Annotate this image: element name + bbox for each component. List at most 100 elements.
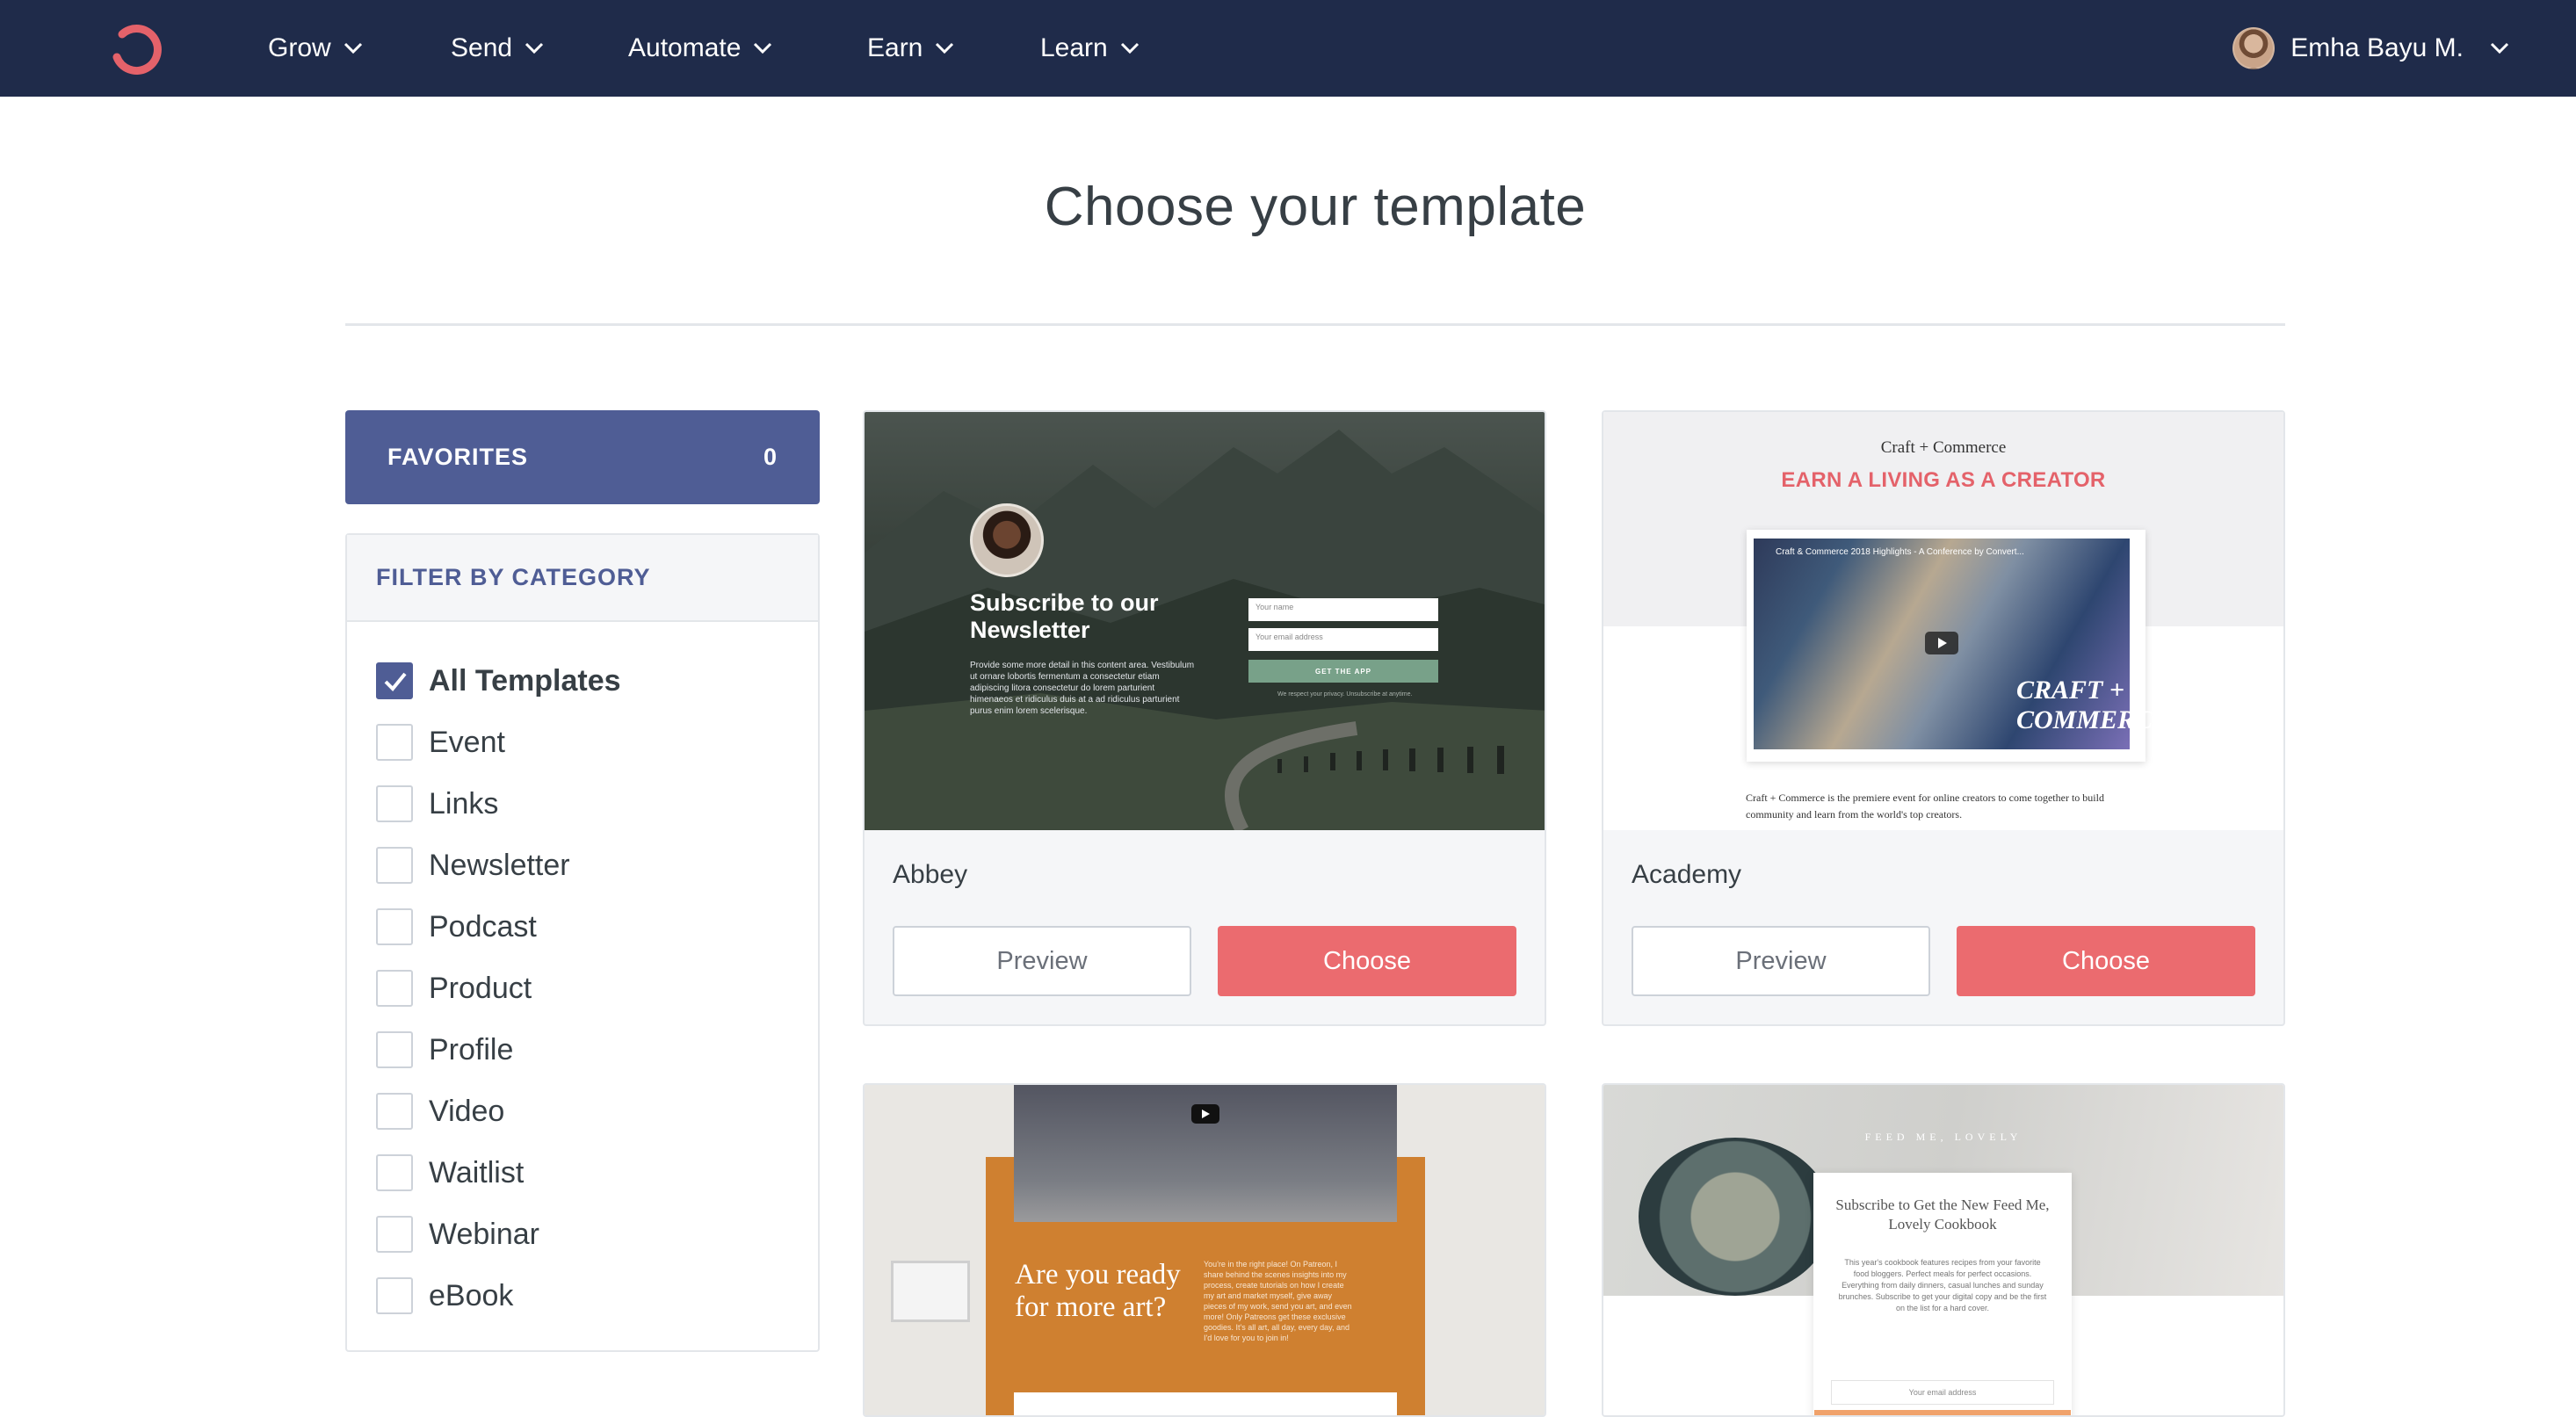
nav-learn-label: Learn	[1040, 33, 1108, 62]
page-title: Choose your template	[1044, 177, 1587, 237]
checkbox[interactable]	[376, 1277, 413, 1314]
favorites-count: 0	[763, 444, 778, 470]
category-video[interactable]: Video	[347, 1081, 818, 1142]
category-product[interactable]: Product	[347, 958, 818, 1019]
category-links[interactable]: Links	[347, 773, 818, 835]
template-thumbnail[interactable]: FEED ME, LOVELY Subscribe to Get the New…	[1603, 1085, 2283, 1415]
thumb-name-field: Your name	[1248, 598, 1438, 621]
category-event[interactable]: Event	[347, 712, 818, 773]
nav-earn[interactable]: Earn	[867, 0, 954, 97]
category-profile[interactable]: Profile	[347, 1019, 818, 1081]
nav-send-label: Send	[451, 33, 513, 62]
thumb-button: GET THE APP	[1248, 660, 1438, 683]
choose-button[interactable]: Choose	[1957, 926, 2255, 996]
template-name: Academy	[1632, 860, 1742, 889]
video-overlay-text: CRAFT + COMMERCE	[2016, 676, 2171, 734]
play-icon	[1925, 632, 1958, 654]
avatar	[2232, 27, 2276, 69]
thumb-email-field: Your email address	[1831, 1380, 2054, 1405]
thumb-email-field: Your email address	[1248, 628, 1438, 651]
category-webinar[interactable]: Webinar	[347, 1204, 818, 1265]
thumb-input	[1014, 1392, 1397, 1415]
convertkit-logo-icon[interactable]	[105, 22, 164, 75]
checkbox[interactable]	[376, 847, 413, 884]
choose-button[interactable]: Choose	[1218, 926, 1516, 996]
category-label: Webinar	[429, 1217, 539, 1251]
category-list: All Templates Event Links Newsletter Pod…	[347, 622, 818, 1327]
category-label: Waitlist	[429, 1155, 525, 1189]
category-label: Podcast	[429, 909, 537, 943]
nav-grow-label: Grow	[268, 33, 331, 62]
template-name: Abbey	[893, 860, 968, 889]
category-podcast[interactable]: Podcast	[347, 896, 818, 958]
category-label: Profile	[429, 1032, 514, 1066]
thumb-body: You're in the right place! On Patreon, I…	[1204, 1260, 1352, 1342]
plate-image	[1639, 1138, 1832, 1296]
category-label: Links	[429, 786, 499, 821]
preview-button[interactable]: Preview	[893, 926, 1191, 996]
category-newsletter[interactable]: Newsletter	[347, 835, 818, 896]
favorites-label: FAVORITES	[387, 444, 529, 470]
category-label: Event	[429, 725, 505, 759]
chevron-down-icon	[754, 42, 772, 54]
nav-learn[interactable]: Learn	[1040, 0, 1140, 97]
nav-automate-label: Automate	[628, 33, 742, 62]
filter-heading: FILTER BY CATEGORY	[347, 535, 818, 622]
thumb-heading: Subscribe to our Newsletter	[970, 589, 1159, 643]
preview-button[interactable]: Preview	[1632, 926, 1930, 996]
checkbox[interactable]	[376, 970, 413, 1007]
checkbox[interactable]	[376, 785, 413, 822]
play-icon	[1191, 1104, 1219, 1124]
avatar	[970, 503, 1044, 577]
thumb-body: This year's cookbook features recipes fr…	[1838, 1258, 2047, 1312]
category-all-templates[interactable]: All Templates	[347, 650, 818, 712]
checkbox[interactable]	[376, 724, 413, 761]
thumb-kicker: FEED ME, LOVELY	[1864, 1131, 2022, 1143]
checkbox[interactable]	[376, 1154, 413, 1191]
category-label: eBook	[429, 1278, 514, 1312]
thumb-body: Provide some more detail in this content…	[970, 661, 1195, 716]
checkbox[interactable]	[376, 1093, 413, 1130]
chevron-down-icon	[2490, 42, 2509, 54]
template-card-academy: Craft + Commerce EARN A LIVING AS A CREA…	[1602, 410, 2285, 1026]
chevron-down-icon	[525, 42, 544, 54]
category-label: Product	[429, 971, 532, 1005]
template-card: Are you ready for more art? You're in th…	[863, 1083, 1546, 1417]
category-label: All Templates	[429, 663, 621, 698]
thumb-kicker: Craft + Commerce	[1880, 438, 2007, 457]
user-menu[interactable]: Emha Bayu M.	[2232, 0, 2509, 97]
title-divider	[345, 323, 2285, 326]
thumb-button	[1814, 1410, 2071, 1415]
nav-grow[interactable]: Grow	[268, 0, 363, 97]
template-thumbnail[interactable]: Craft + Commerce EARN A LIVING AS A CREA…	[1603, 412, 2283, 830]
user-name: Emha Bayu M.	[2290, 33, 2464, 62]
chevron-down-icon	[344, 42, 362, 54]
checkbox[interactable]	[376, 1216, 413, 1253]
checkbox[interactable]	[376, 1031, 413, 1068]
mountain-image	[865, 430, 1545, 830]
thumb-headline: Are you ready for more art?	[1015, 1259, 1181, 1323]
thumb-description: Craft + Commerce is the premiere event f…	[1746, 792, 2104, 821]
category-label: Newsletter	[429, 848, 570, 882]
video-title: Craft & Commerce 2018 Highlights - A Con…	[1776, 547, 2024, 557]
favorites-button[interactable]: FAVORITES 0	[345, 410, 820, 504]
thumb-headline: Subscribe to Get the New Feed Me, Lovely…	[1835, 1196, 2050, 1233]
chevron-down-icon	[936, 42, 954, 54]
nav-earn-label: Earn	[867, 33, 923, 62]
template-card-abbey: Subscribe to our Newsletter Provide some…	[863, 410, 1546, 1026]
nav-send[interactable]: Send	[451, 0, 544, 97]
category-label: Video	[429, 1094, 505, 1128]
template-card: FEED ME, LOVELY Subscribe to Get the New…	[1602, 1083, 2285, 1417]
category-waitlist[interactable]: Waitlist	[347, 1142, 818, 1204]
checkbox[interactable]	[376, 662, 413, 699]
filter-panel: FILTER BY CATEGORY All Templates Event L…	[345, 533, 820, 1352]
top-navigation: Grow Send Automate Earn Learn Emha Bayu …	[0, 0, 2576, 97]
category-ebook[interactable]: eBook	[347, 1265, 818, 1327]
nav-automate[interactable]: Automate	[628, 0, 772, 97]
chevron-down-icon	[1120, 42, 1139, 54]
check-icon	[384, 672, 407, 691]
thumb-headline: EARN A LIVING AS A CREATOR	[1781, 468, 2106, 492]
template-thumbnail[interactable]: Are you ready for more art? You're in th…	[865, 1085, 1545, 1415]
template-thumbnail[interactable]: Subscribe to our Newsletter Provide some…	[865, 412, 1545, 830]
checkbox[interactable]	[376, 908, 413, 945]
